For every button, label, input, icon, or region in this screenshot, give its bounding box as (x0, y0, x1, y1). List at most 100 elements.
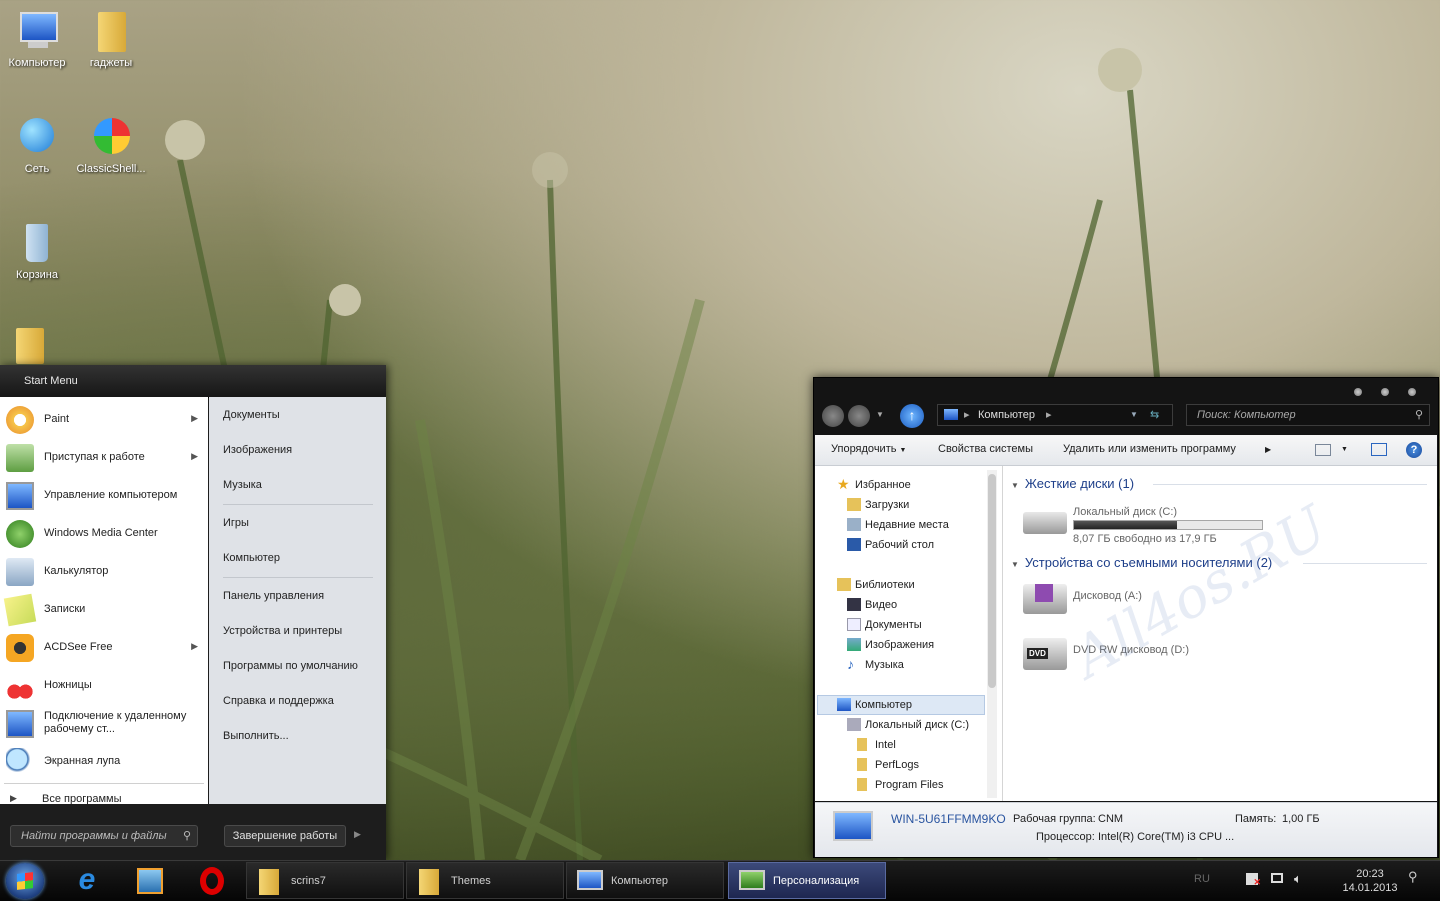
place-help-support[interactable]: Справка и поддержка (223, 695, 334, 707)
start-search-input[interactable]: Найти программы и файлы ⚲ (10, 825, 198, 847)
taskbar-window-personalization[interactable]: Персонализация (728, 862, 886, 899)
all-programs-button[interactable]: ▶ Все программы (0, 785, 208, 815)
clock-time: 20:23 (1356, 868, 1384, 880)
place-run[interactable]: Выполнить... (223, 730, 289, 742)
organize-button[interactable]: Упорядочить ▼ (831, 443, 906, 455)
desktop-icon-network[interactable]: Сеть (2, 116, 72, 175)
help-icon[interactable]: ? (1406, 442, 1422, 458)
desktop-icon-label: Сеть (24, 163, 50, 175)
system-properties-button[interactable]: Свойства системы (938, 443, 1033, 455)
nav-folder-perflogs[interactable]: PerfLogs (857, 756, 919, 774)
libraries-icon (837, 578, 851, 591)
place-computer[interactable]: Компьютер (223, 552, 280, 564)
tray-clock[interactable]: 20:23 14.01.2013 (1338, 867, 1402, 895)
refresh-icon[interactable]: ⇆ (1150, 405, 1159, 425)
place-images[interactable]: Изображения (223, 444, 292, 456)
collapse-arrow-icon: ▼ (1011, 560, 1019, 569)
desktop-folder-icon[interactable] (16, 328, 44, 364)
desktop-icon-classicshell[interactable]: ClassicShell... (76, 116, 146, 175)
breadcrumb-chevron-icon: ▸ (964, 409, 970, 421)
drive-c[interactable]: Локальный диск (C:) 8,07 ГБ свободно из … (1023, 504, 1323, 545)
start-item-remote-desktop[interactable]: Подключение к удаленному рабочему ст... (0, 705, 208, 743)
nav-desktop[interactable]: Рабочий стол (847, 536, 934, 554)
start-item-acdsee[interactable]: ACDSee Free ▶ (0, 629, 208, 667)
nav-libraries[interactable]: Библиотеки (837, 576, 915, 594)
media-player-icon (137, 868, 163, 894)
start-orb-button[interactable] (6, 863, 44, 899)
shutdown-options-arrow-icon[interactable]: ▶ (354, 829, 361, 840)
desktop-icon-computer[interactable]: Компьютер (2, 10, 72, 69)
address-bar[interactable]: ▸ Компьютер ▸ ▼ ⇆ (937, 404, 1173, 426)
group-hard-disks[interactable]: ▼ Жесткие диски (1) (1011, 476, 1134, 491)
start-item-getting-started[interactable]: Приступая к работе ▶ (0, 439, 208, 477)
nav-scrollbar[interactable] (987, 470, 997, 798)
pinned-media-player[interactable] (134, 865, 166, 897)
volume-icon[interactable]: 🔈︎ (1294, 871, 1302, 887)
view-options-icon[interactable] (1315, 444, 1331, 456)
desktop-icon-label: гаджеты (89, 57, 133, 69)
place-default-programs[interactable]: Программы по умолчанию (223, 660, 358, 672)
start-item-computer-management[interactable]: Управление компьютером (0, 477, 208, 515)
nav-local-disk[interactable]: Локальный диск (C:) (847, 716, 969, 734)
nav-recent-places[interactable]: Недавние места (847, 516, 949, 534)
submenu-arrow-icon: ▶ (191, 451, 198, 461)
history-dropdown-icon[interactable]: ▼ (876, 410, 884, 419)
place-documents[interactable]: Документы (223, 409, 280, 421)
language-indicator[interactable]: RU (1194, 873, 1210, 885)
start-item-media-center[interactable]: Windows Media Center (0, 515, 208, 553)
preview-pane-icon[interactable] (1371, 443, 1387, 456)
images-library-icon (847, 638, 861, 651)
uninstall-program-button[interactable]: Удалить или изменить программу (1063, 443, 1236, 455)
nav-scrollbar-thumb[interactable] (988, 474, 996, 688)
folder-icon (259, 869, 279, 895)
drive-d[interactable]: DVD DVD RW дисковод (D:) (1023, 634, 1323, 674)
address-dropdown-icon[interactable]: ▼ (1130, 405, 1138, 425)
search-icon[interactable]: ⚲ (1408, 869, 1418, 885)
navigation-pane: ★ Избранное Загрузки Недавние места Рабоч… (815, 466, 1003, 801)
nav-images[interactable]: Изображения (847, 636, 934, 654)
action-center-flag-icon[interactable]: ✕ (1246, 873, 1261, 887)
workgroup-label: Рабочая группа: (1013, 813, 1096, 825)
nav-downloads[interactable]: Загрузки (847, 496, 909, 514)
maximize-button[interactable] (1381, 388, 1389, 396)
nav-video[interactable]: Видео (847, 596, 897, 614)
explorer-search-input[interactable]: Поиск: Компьютер ⚲ (1186, 404, 1430, 426)
start-item-magnifier[interactable]: Экранная лупа (0, 743, 208, 781)
taskbar-window-themes[interactable]: Themes (406, 862, 564, 899)
nav-computer[interactable]: Компьютер (837, 696, 912, 714)
desktop-icon-gadgets[interactable]: гаджеты (76, 10, 146, 69)
taskbar-window-computer[interactable]: Компьютер (566, 862, 724, 899)
folder-icon (857, 738, 867, 751)
taskbar-window-scrins7[interactable]: scrins7 (246, 862, 404, 899)
start-item-snipping-tool[interactable]: Ножницы (0, 667, 208, 705)
nav-folder-program-files[interactable]: Program Files (857, 776, 943, 794)
desktop-icon-recycle-bin[interactable]: Корзина (2, 222, 72, 281)
computer-icon (944, 409, 958, 420)
computer-icon (14, 10, 60, 54)
nav-documents[interactable]: Документы (847, 616, 922, 634)
network-tray-icon[interactable] (1271, 873, 1283, 883)
place-devices-printers[interactable]: Устройства и принтеры (223, 625, 342, 637)
pinned-opera[interactable] (196, 865, 228, 897)
shutdown-button[interactable]: Завершение работы (224, 825, 346, 847)
up-arrow-icon[interactable]: ↑ (900, 404, 924, 428)
group-removable-devices[interactable]: ▼ Устройства со съемными носителями (2) (1011, 555, 1272, 570)
nav-music[interactable]: ♪ Музыка (847, 656, 904, 674)
back-button[interactable] (822, 405, 844, 427)
nav-favorites[interactable]: ★ Избранное (837, 476, 911, 494)
place-control-panel[interactable]: Панель управления (223, 590, 324, 602)
view-dropdown-icon[interactable]: ▼ (1341, 446, 1348, 453)
start-item-calculator[interactable]: Калькулятор (0, 553, 208, 591)
start-item-paint[interactable]: Paint ▶ (0, 401, 208, 439)
pinned-internet-explorer[interactable]: e (72, 865, 104, 897)
drive-a[interactable]: Дисковод (A:) (1023, 580, 1323, 620)
close-button[interactable] (1408, 388, 1416, 396)
place-music[interactable]: Музыка (223, 479, 262, 491)
minimize-button[interactable] (1354, 388, 1362, 396)
nav-folder-intel[interactable]: Intel (857, 736, 896, 754)
start-item-sticky-notes[interactable]: Записки (0, 591, 208, 629)
forward-button[interactable] (848, 405, 870, 427)
memory-value: 1,00 ГБ (1282, 813, 1320, 825)
place-games[interactable]: Игры (223, 517, 249, 529)
more-commands-icon[interactable]: ▶ (1265, 445, 1271, 454)
